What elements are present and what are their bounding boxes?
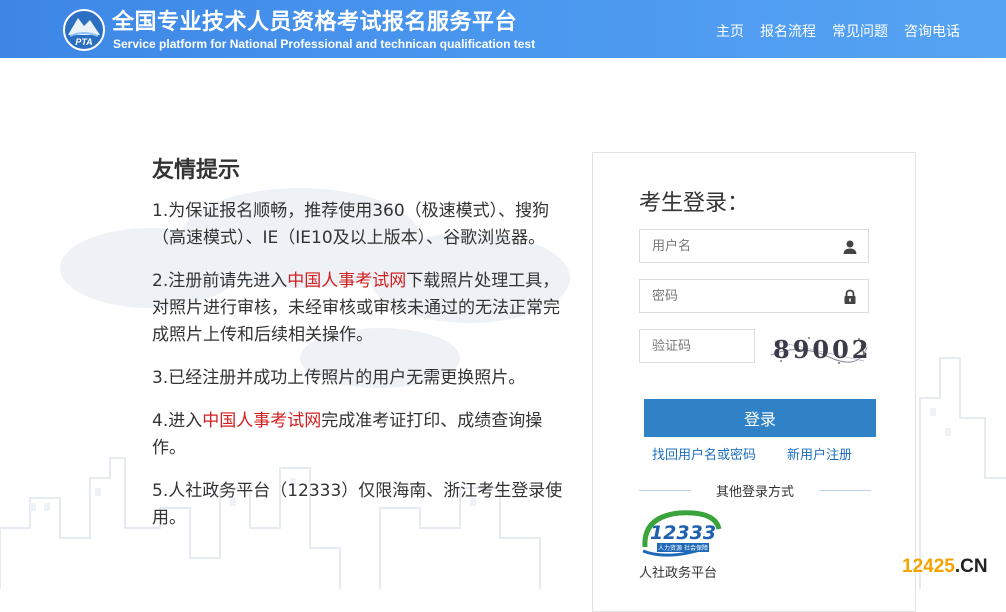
captcha-image[interactable]: 89002 [769, 333, 869, 367]
logo-text: PTA [75, 37, 92, 47]
recover-account-link[interactable]: 找回用户名或密码 [652, 444, 756, 463]
tip-text: 5.人社政务平台（12333）仅限海南、浙江考生登录使用。 [152, 481, 563, 528]
login-title: 考生登录： [639, 191, 750, 216]
site-header: PTA 全国专业技术人员资格考试报名服务平台 Service platform … [0, 0, 1006, 58]
tips-title: 友情提示 [152, 158, 241, 183]
password-field [639, 279, 869, 313]
site-subtitle: Service platform for National Profession… [113, 37, 536, 51]
nav-faq[interactable]: 常见问题 [832, 21, 888, 41]
tip-text: 4.进入 [152, 411, 203, 431]
login-button[interactable]: 登录 [644, 399, 876, 437]
site-title: 全国专业技术人员资格考试报名服务平台 [112, 10, 518, 35]
username-input[interactable] [640, 230, 842, 262]
rs-12333-logo-icon[interactable]: 12333 人力资源 社会保障 [639, 507, 723, 561]
tip-item: 3.已经注册并成功上传照片的用户无需更换照片。 [152, 365, 572, 392]
rs-platform-label[interactable]: 人社政务平台 [639, 562, 717, 581]
login-panel: 考生登录： 89002 登录 找回用户名或密码 新用户注册 其他 [592, 152, 916, 612]
username-field [639, 229, 869, 263]
tip-text: 3.已经注册并成功上传照片的用户无需更换照片。 [152, 368, 526, 388]
user-icon [843, 240, 857, 254]
tip-item: 4.进入中国人事考试网完成准考证打印、成绩查询操作。 [152, 408, 572, 462]
cpta-link[interactable]: 中国人事考试网 [202, 411, 321, 431]
friendly-tips: 友情提示 1.为保证报名顺畅，推荐使用360（极速模式）、搜狗（高速模式）、IE… [152, 152, 572, 548]
watermark-suffix: .CN [954, 556, 988, 577]
pta-logo-icon[interactable]: PTA [62, 8, 106, 52]
tip-item: 5.人社政务平台（12333）仅限海南、浙江考生登录使用。 [152, 478, 572, 532]
tip-text: 1.为保证报名顺畅，推荐使用360（极速模式）、搜狗（高速模式）、IE（IE10… [152, 201, 550, 248]
nav-registration-process[interactable]: 报名流程 [760, 21, 816, 41]
lock-icon [844, 289, 856, 304]
rs-logo-slogan: 人力资源 社会保障 [658, 544, 708, 552]
site-watermark: 12425.CN [902, 556, 988, 578]
divider-line [819, 490, 871, 491]
tip-item: 1.为保证报名顺畅，推荐使用360（极速模式）、搜狗（高速模式）、IE（IE10… [152, 198, 572, 252]
cpta-link[interactable]: 中国人事考试网 [287, 271, 406, 291]
rs-logo-number: 12333 [650, 522, 716, 544]
password-input[interactable] [640, 280, 842, 312]
register-link[interactable]: 新用户注册 [787, 444, 852, 463]
watermark-main: 12425 [902, 556, 955, 577]
main-nav: 主页 报名流程 常见问题 咨询电话 [716, 21, 960, 41]
captcha-text: 89002 [773, 335, 872, 364]
tip-text: 2.注册前请先进入 [152, 271, 288, 291]
tip-item: 2.注册前请先进入中国人事考试网下载照片处理工具，对照片进行审核，未经审核或审核… [152, 268, 572, 349]
captcha-field [639, 329, 755, 363]
other-login-divider: 其他登录方式 [639, 481, 871, 500]
nav-home[interactable]: 主页 [716, 21, 744, 41]
nav-contact-phone[interactable]: 咨询电话 [904, 21, 960, 41]
captcha-input[interactable] [640, 330, 752, 362]
